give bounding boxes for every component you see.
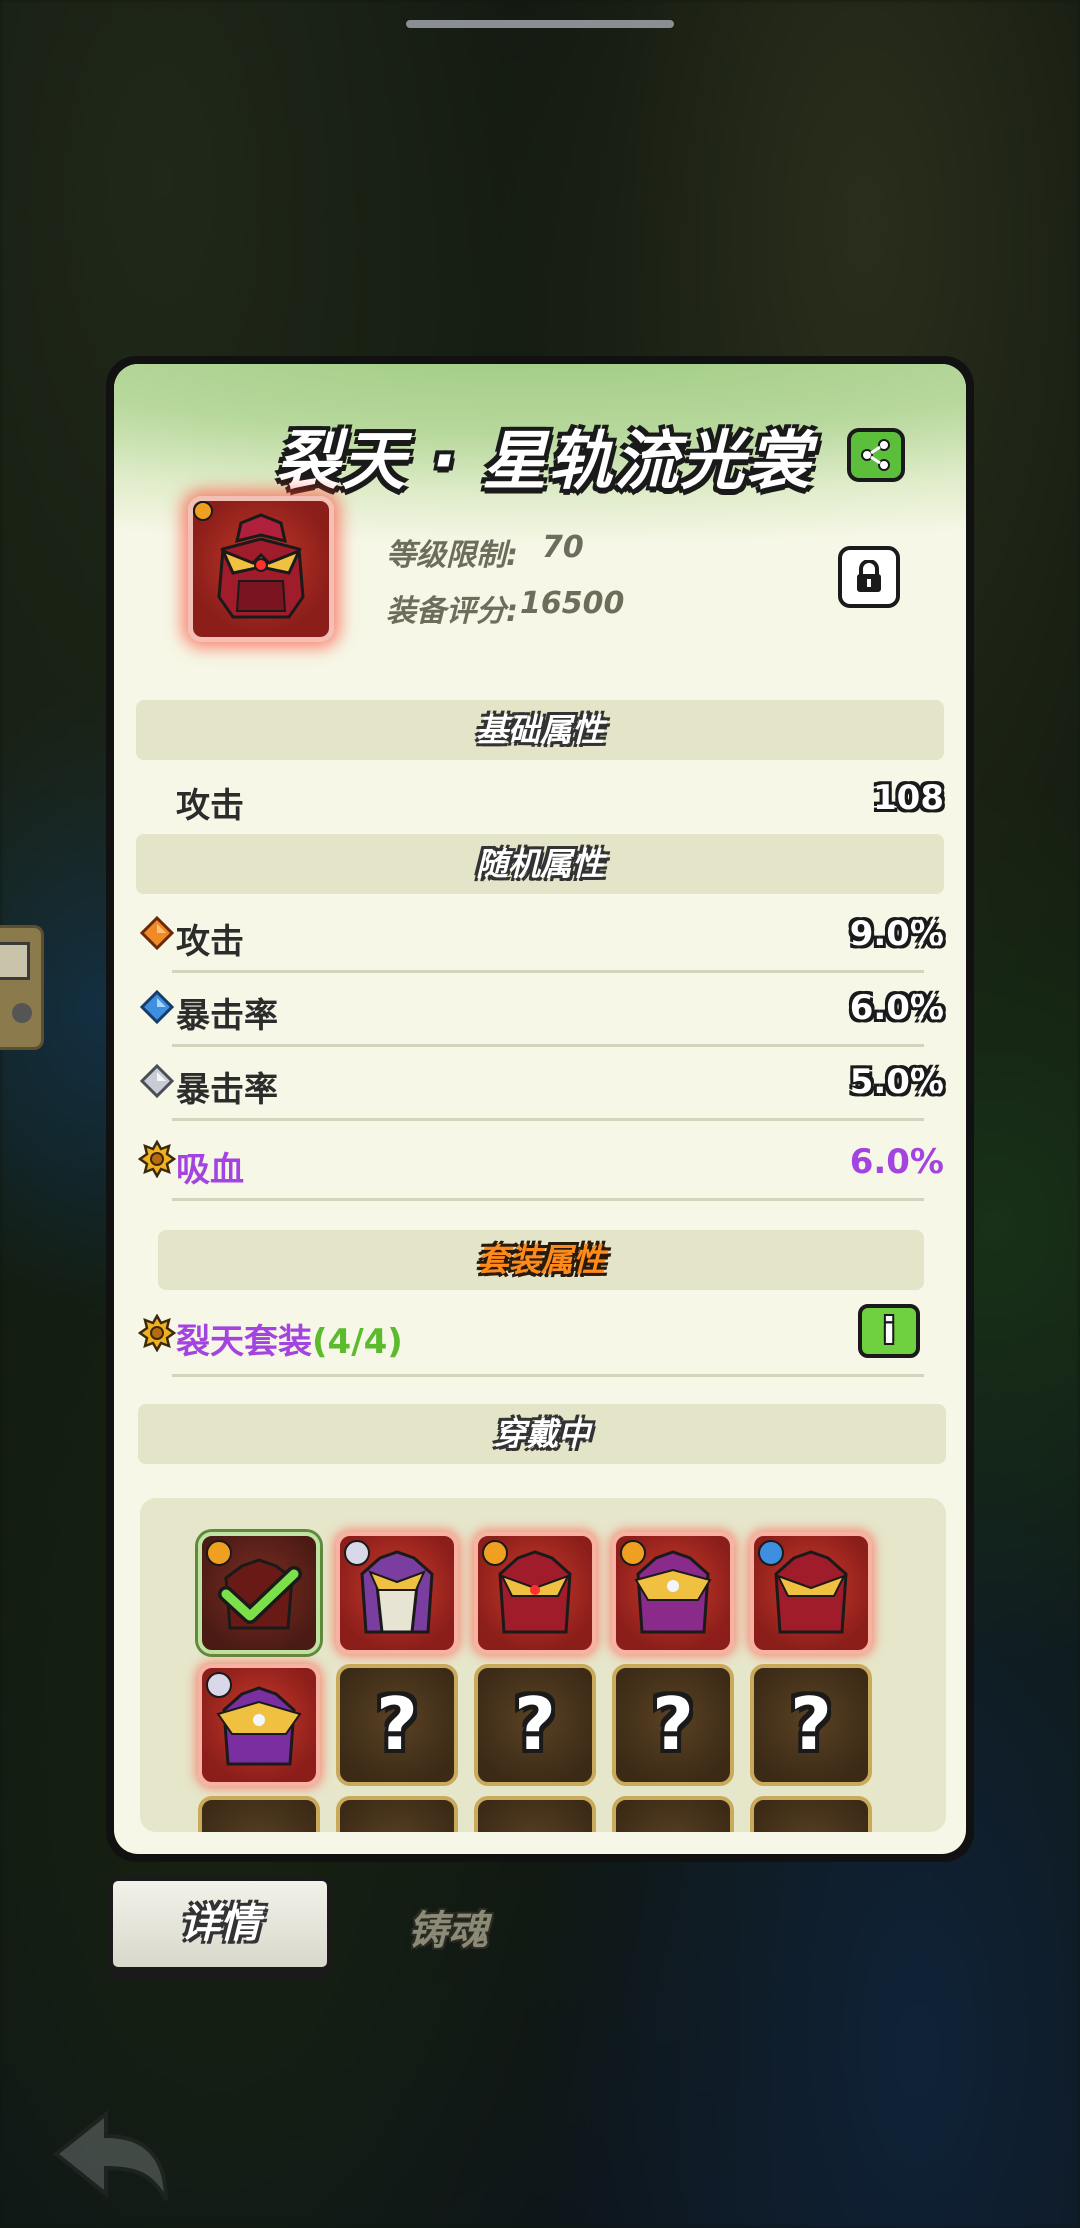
divider bbox=[172, 1374, 924, 1377]
base-stat-value: 108 bbox=[873, 778, 944, 818]
share-button[interactable] bbox=[847, 428, 905, 482]
equipment-slot-locked[interactable]: ? bbox=[336, 1664, 458, 1786]
divider bbox=[172, 1044, 924, 1047]
set-bonus-name: 裂天套装(4/4) bbox=[176, 1314, 403, 1363]
equipment-slot-locked[interactable] bbox=[198, 1796, 320, 1832]
set-info-button[interactable]: i bbox=[858, 1304, 920, 1358]
base-stat-label: 攻击 bbox=[176, 786, 244, 826]
random-stat-label: 吸血 bbox=[176, 1150, 244, 1190]
random-stat-value: 9.0% bbox=[849, 914, 944, 954]
equipment-slot[interactable] bbox=[612, 1532, 734, 1654]
tab-details[interactable]: 详情 bbox=[108, 1876, 332, 1972]
armor-icon bbox=[193, 501, 305, 619]
gold-sun-icon bbox=[138, 1140, 176, 1178]
equipment-slot[interactable] bbox=[336, 1532, 458, 1654]
equipment-slot-locked[interactable] bbox=[612, 1796, 734, 1832]
item-icon bbox=[188, 496, 334, 642]
equipment-score-label: 装备评分: bbox=[386, 594, 518, 629]
equipment-slot[interactable] bbox=[474, 1532, 596, 1654]
equipment-slot-selected[interactable] bbox=[198, 1532, 320, 1654]
section-base-attributes: 基础属性 bbox=[136, 700, 944, 760]
side-gameboy-button[interactable] bbox=[0, 925, 44, 1050]
question-mark-icon: ? bbox=[376, 1682, 418, 1766]
silver-gem-icon bbox=[140, 1064, 174, 1098]
lock-icon bbox=[857, 560, 881, 592]
section-random-attributes: 随机属性 bbox=[136, 834, 944, 894]
divider bbox=[172, 1198, 924, 1201]
question-mark-icon: ? bbox=[514, 1682, 556, 1766]
armor-icon bbox=[774, 1550, 848, 1634]
armor-icon bbox=[634, 1550, 712, 1634]
equipment-grid: ? ? ? ? bbox=[140, 1498, 946, 1832]
drag-handle[interactable] bbox=[406, 20, 674, 28]
random-stat-label: 暴击率 bbox=[176, 996, 278, 1036]
panel-body: 裂天 · 星轨流光裳 等级限制: 70 装备评分: 16500 基础属性 攻击 … bbox=[114, 364, 966, 1854]
back-arrow-icon[interactable] bbox=[46, 2104, 176, 2214]
random-stat-value: 6.0% bbox=[849, 988, 944, 1028]
orange-gem-icon bbox=[140, 916, 174, 950]
equipment-slot-locked[interactable] bbox=[750, 1796, 872, 1832]
robe-icon bbox=[360, 1550, 434, 1634]
divider bbox=[172, 1118, 924, 1121]
section-wearing: 穿戴中 bbox=[138, 1404, 946, 1464]
armor-icon bbox=[498, 1550, 572, 1634]
random-stat-label: 暴击率 bbox=[176, 1070, 278, 1110]
equipment-slot[interactable] bbox=[198, 1664, 320, 1786]
share-icon bbox=[861, 439, 890, 471]
set-count: (4/4) bbox=[312, 1322, 403, 1362]
question-mark-icon: ? bbox=[652, 1682, 694, 1766]
device-knob bbox=[12, 1003, 32, 1023]
random-stat-value: 5.0% bbox=[849, 1062, 944, 1102]
random-stat-label: 攻击 bbox=[176, 922, 244, 962]
checkmark-icon bbox=[218, 1558, 302, 1630]
set-name: 裂天套装 bbox=[176, 1322, 312, 1362]
equipment-score-value: 16500 bbox=[520, 586, 625, 621]
question-mark-icon: ? bbox=[790, 1682, 832, 1766]
random-stat-value: 6.0% bbox=[849, 1142, 944, 1182]
level-limit-label: 等级限制: bbox=[386, 538, 518, 573]
equipment-slot-locked[interactable]: ? bbox=[612, 1664, 734, 1786]
equipment-slot[interactable] bbox=[750, 1532, 872, 1654]
equipment-slot-locked[interactable]: ? bbox=[474, 1664, 596, 1786]
divider bbox=[172, 970, 924, 973]
item-title: 裂天 · 星轨流光裳 bbox=[275, 425, 813, 499]
equipment-slot-locked[interactable] bbox=[336, 1796, 458, 1832]
tab-forge[interactable]: 铸魂 bbox=[408, 1898, 488, 1956]
equipment-slot-locked[interactable] bbox=[474, 1796, 596, 1832]
armor-icon bbox=[216, 1686, 302, 1766]
blue-gem-icon bbox=[140, 990, 174, 1024]
level-limit-value: 70 bbox=[542, 530, 584, 565]
equipment-slot-locked[interactable]: ? bbox=[750, 1664, 872, 1786]
device-screen bbox=[0, 942, 30, 980]
equipment-detail-panel: 裂天 · 星轨流光裳 等级限制: 70 装备评分: 16500 基础属性 攻击 … bbox=[106, 356, 974, 1862]
gold-sun-icon bbox=[138, 1314, 176, 1352]
lock-button[interactable] bbox=[838, 546, 900, 608]
section-set-attributes: 套装属性 bbox=[158, 1230, 924, 1290]
